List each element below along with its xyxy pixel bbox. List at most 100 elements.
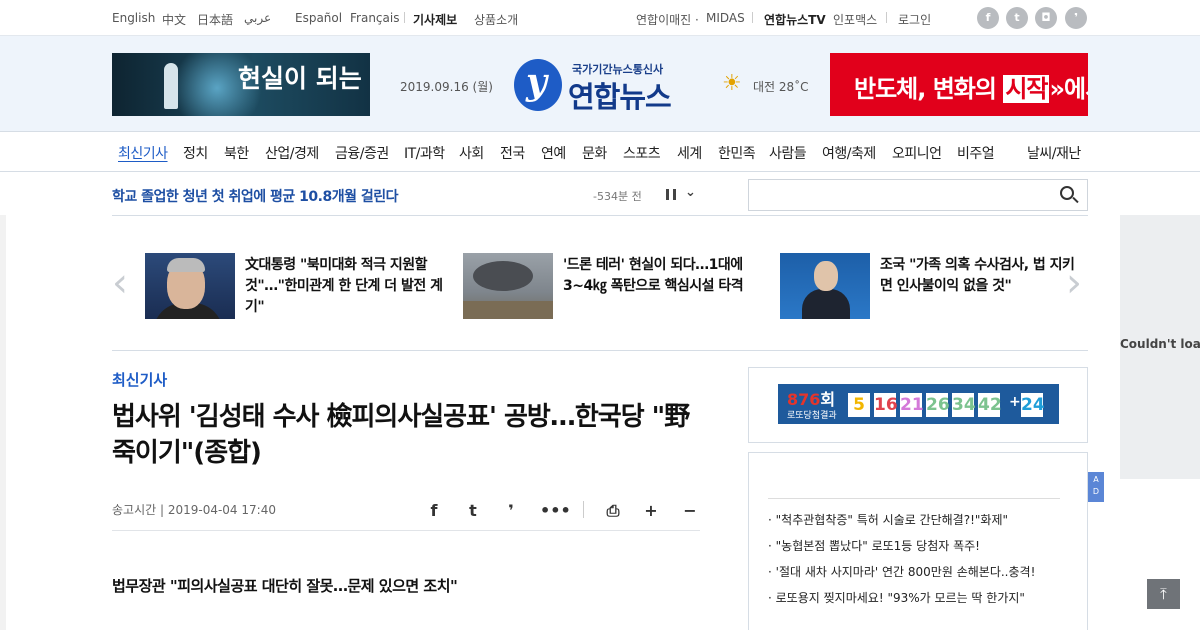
right-side-ad[interactable]: Couldn't load	[1120, 215, 1200, 479]
yonhap-image-link[interactable]: 연합이매진 ·	[636, 11, 699, 28]
logo-name: 연합뉴스	[568, 80, 672, 114]
chevron-down-icon[interactable]: ⌄	[685, 185, 696, 200]
infomax-link[interactable]: 인포맥스	[833, 11, 877, 28]
divider	[112, 530, 700, 531]
yonhap-tv-link[interactable]: 연합뉴스TV	[764, 11, 826, 28]
lotto-bonus-ball: 24	[1021, 393, 1045, 417]
scroll-top-icon[interactable]: ⤒	[1147, 579, 1180, 609]
ticker-controls: ⌄	[666, 185, 700, 203]
nav-north-korea[interactable]: 북한	[224, 143, 249, 163]
article-title: 법사위 '김성태 수사 檢피의사실공표' 공방…한국당 "野 죽이기"(종합)	[112, 402, 690, 468]
products-link[interactable]: 상품소개	[474, 11, 518, 28]
ad-link[interactable]: · 로또용지 찢지마세요! "93%가 모르는 딱 한가지"	[768, 589, 1025, 606]
divider	[768, 498, 1060, 499]
yonhap-icon[interactable]: ❜	[1065, 7, 1087, 29]
nav-latest[interactable]: 최신기사	[118, 143, 168, 163]
facebook-share-icon[interactable]: f	[423, 500, 445, 522]
banner-ad-right[interactable]: 반도체, 변화의 시작»에서	[830, 53, 1088, 116]
nav-society[interactable]: 사회	[459, 143, 484, 163]
lotto-ball: 21	[900, 393, 924, 417]
lotto-ball: 5	[848, 393, 870, 417]
carousel-next-icon[interactable]: ›	[1066, 263, 1086, 303]
ad-link-text: "척추관협착증" 특허 시술로 간단해결?!"화제"	[775, 513, 1009, 527]
main-nav: 최신기사 정치 북한 산업/경제 금융/증권 IT/과학 사회 전국 연예 문화…	[0, 132, 1200, 172]
banner-left-text: 현실이 되는	[238, 64, 362, 93]
lang-arabic[interactable]: عربي	[244, 11, 271, 25]
lang-spanish[interactable]: Español	[295, 11, 342, 25]
twitter-icon[interactable]: t	[1006, 7, 1028, 29]
ad-link-text: "농협본점 뽑났다" 로또1등 당첨자 폭주!	[775, 539, 980, 553]
nav-finance[interactable]: 금융/증권	[335, 143, 389, 163]
plus-icon: +	[1009, 394, 1021, 410]
header: 현실이 되는 2019.09.16 (월) y 국가기간뉴스통신사 연합뉴스 ☀…	[0, 36, 1200, 132]
nav-nation[interactable]: 전국	[500, 143, 525, 163]
lotto-ball: 34	[952, 393, 976, 417]
ad-link[interactable]: · '절대 새차 사지마라' 연간 800만원 손해본다..충격!	[768, 563, 1035, 580]
font-increase-icon[interactable]: +	[640, 500, 662, 522]
article-section[interactable]: 최신기사	[112, 369, 167, 390]
nav-world[interactable]: 세계	[677, 143, 702, 163]
twitter-share-icon[interactable]: t	[462, 500, 484, 522]
carousel-card[interactable]: 文대통령 "북미대화 적극 지원할 것"…"한미관계 한 단계 더 발전 계기"	[145, 253, 445, 321]
chevron-right-icon: »	[1049, 75, 1064, 103]
carousel-card[interactable]: 조국 "가족 의혹 수사검사, 법 지키면 인사불이익 없을 것"	[780, 253, 1080, 321]
banner-right-post: 에서	[1064, 75, 1088, 103]
banner-right-pre: 반도체, 변화의	[854, 75, 1004, 103]
lang-english[interactable]: English	[112, 11, 155, 25]
ad-badge[interactable]: AD	[1088, 472, 1104, 502]
divider	[112, 215, 1088, 216]
carousel-prev-icon[interactable]: ‹	[112, 263, 132, 303]
weather-text: 대전 28˚C	[753, 80, 809, 94]
article-send-time: 송고시간 | 2019-04-04 17:40	[112, 503, 276, 517]
ad-link-text: 로또용지 찢지마세요! "93%가 모르는 딱 한가지"	[775, 591, 1025, 605]
font-decrease-icon[interactable]: −	[679, 500, 701, 522]
pause-icon[interactable]	[666, 189, 676, 200]
nav-people[interactable]: 사람들	[769, 143, 807, 163]
nav-economy[interactable]: 산업/경제	[265, 143, 319, 163]
nav-culture[interactable]: 문화	[582, 143, 607, 163]
lotto-ball: 16	[874, 393, 898, 417]
nav-politics[interactable]: 정치	[183, 143, 208, 163]
top-bar: English 中文 日本語 عربي Español Français 기사제…	[0, 0, 1200, 36]
logo-mark-icon: y	[514, 59, 562, 111]
nav-weather-disaster[interactable]: 날씨/재난	[1027, 143, 1081, 163]
instagram-icon[interactable]: ◘	[1035, 7, 1057, 29]
search-icon[interactable]	[1060, 186, 1074, 200]
lang-french[interactable]: Français	[350, 11, 399, 25]
print-icon[interactable]: ⎙	[602, 500, 624, 522]
lotto-banner: 876회 로또당첨결과 5 16 21 26 34 42 + 24	[778, 384, 1059, 424]
lotto-widget[interactable]: 876회 로또당첨결과 5 16 21 26 34 42 + 24	[748, 367, 1088, 443]
search-box	[748, 179, 1088, 211]
nav-entertainment[interactable]: 연예	[541, 143, 566, 163]
nav-korean-diaspora[interactable]: 한민족	[718, 143, 756, 163]
nav-opinion[interactable]: 오피니언	[892, 143, 942, 163]
midas-link[interactable]: MIDAS	[706, 11, 745, 25]
nav-sports[interactable]: 스포츠	[623, 143, 661, 163]
lang-japanese[interactable]: 日本語	[197, 11, 233, 28]
nav-visual[interactable]: 비주얼	[957, 143, 995, 163]
login-link[interactable]: 로그인	[898, 11, 931, 28]
breaking-ticker[interactable]: 학교 졸업한 청년 첫 취업에 평균 10.8개월 걸린다	[112, 186, 399, 206]
lotto-ball: 42	[978, 393, 1002, 417]
nav-it-science[interactable]: IT/과학	[404, 143, 445, 163]
ad-badge-text: AD	[1092, 475, 1100, 496]
more-icon[interactable]: •••	[540, 500, 571, 522]
lotto-round-number: 876	[787, 390, 821, 409]
yonhap-logo[interactable]: y 국가기간뉴스통신사 연합뉴스	[514, 59, 689, 114]
facebook-icon[interactable]: f	[977, 7, 999, 29]
yonhap-share-icon[interactable]: ❜	[500, 500, 522, 522]
carousel-card[interactable]: '드론 테러' 현실이 되다…1대에 3~4㎏ 폭탄으로 핵심시설 타격	[463, 253, 763, 321]
ticker-time: -534분 전	[593, 190, 642, 203]
search-input[interactable]	[757, 186, 1047, 204]
divider	[404, 12, 405, 23]
report-link[interactable]: 기사제보	[413, 11, 457, 28]
banner-ad-left[interactable]: 현실이 되는	[112, 53, 370, 116]
ad-link[interactable]: · "농협본점 뽑났다" 로또1등 당첨자 폭주!	[768, 537, 980, 554]
news-thumbnail	[463, 253, 553, 319]
nav-travel[interactable]: 여행/축제	[822, 143, 876, 163]
carousel-card-title: '드론 테러' 현실이 되다…1대에 3~4㎏ 폭탄으로 핵심시설 타격	[563, 257, 744, 294]
divider	[112, 350, 1088, 351]
news-thumbnail	[780, 253, 870, 319]
lang-chinese[interactable]: 中文	[162, 11, 186, 28]
ad-link[interactable]: · "척추관협착증" 특허 시술로 간단해결?!"화제"	[768, 511, 1008, 528]
